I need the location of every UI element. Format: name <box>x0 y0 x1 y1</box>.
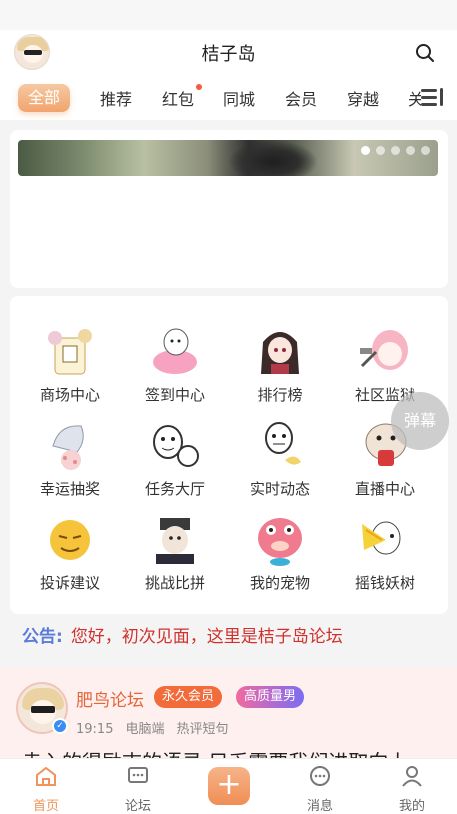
pet-icon <box>251 510 309 568</box>
grid-item-ranking[interactable]: 排行榜 <box>230 322 330 405</box>
menu-icon[interactable] <box>421 86 447 110</box>
mall-icon <box>41 322 99 380</box>
announcement[interactable]: 公告: 您好，初次见面，这里是桔子岛论坛 <box>22 622 343 647</box>
bottom-nav: 首页 论坛 + 消息 我的 <box>0 758 457 814</box>
grid-item-pet[interactable]: 我的宠物 <box>230 510 330 593</box>
post-meta: 19:15 电脑端 热评短句 <box>76 718 241 737</box>
grid-item-challenge[interactable]: 挑战比拼 <box>125 510 225 593</box>
search-icon[interactable] <box>415 43 435 63</box>
grid-label: 我的宠物 <box>249 574 310 592</box>
tab-recommend[interactable]: 推荐 <box>100 86 132 110</box>
post-tag[interactable]: 热评短句 <box>176 722 228 737</box>
feature-grid: 商场中心 签到中心 排行榜 社区监狱 幸运抽奖 任务大厅 实时动态 直播中心 投… <box>10 296 448 614</box>
tab-all[interactable]: 全部 <box>18 84 70 112</box>
grid-label: 实时动态 <box>249 480 310 498</box>
user-icon <box>402 766 422 787</box>
feedback-icon <box>41 510 99 568</box>
post-device: 电脑端 <box>125 722 165 737</box>
grid-item-feedback[interactable]: 投诉建议 <box>20 510 120 593</box>
notification-dot <box>196 84 203 90</box>
grid-item-feed[interactable]: 实时动态 <box>230 416 330 499</box>
grid-item-mall[interactable]: 商场中心 <box>20 322 120 405</box>
nav-label: 消息 <box>306 799 333 814</box>
danmu-button[interactable]: 弹幕 <box>391 392 449 450</box>
grid-item-money-tree[interactable]: 摇钱妖树 <box>335 510 435 593</box>
grid-label: 排行榜 <box>257 386 303 404</box>
banner-image[interactable] <box>18 140 438 176</box>
nav-label: 我的 <box>398 799 425 814</box>
tab-vip[interactable]: 会员 <box>285 86 317 110</box>
grid-label: 商场中心 <box>39 386 100 404</box>
app-header: 桔子岛 <box>0 30 457 76</box>
nav-home[interactable]: 首页 <box>16 765 76 814</box>
post-card[interactable]: ✓ 肥鸟论坛 永久会员 高质量男 19:15电脑端热评短句 走入的得励志的语录 … <box>0 668 457 768</box>
announcement-text: 您好，初次见面，这里是桔子岛论坛 <box>70 627 343 647</box>
grid-label: 挑战比拼 <box>144 574 205 592</box>
grid-label: 投诉建议 <box>39 574 100 592</box>
banner-pagination <box>361 146 430 155</box>
tab-local[interactable]: 同城 <box>223 86 255 110</box>
status-bar <box>0 0 457 30</box>
category-tabs: 全部 推荐 红包 同城 会员 穿越 关 <box>0 76 457 120</box>
tab-redpacket-label: 红包 <box>162 90 195 109</box>
page-title: 桔子岛 <box>201 44 256 65</box>
verified-icon: ✓ <box>52 718 68 734</box>
post-author[interactable]: 肥鸟论坛 <box>76 686 144 711</box>
nav-profile[interactable]: 我的 <box>382 765 442 814</box>
nav-label: 首页 <box>32 799 59 814</box>
money-tree-icon <box>356 510 414 568</box>
grid-item-task[interactable]: 任务大厅 <box>125 416 225 499</box>
home-icon <box>36 766 56 786</box>
add-post-button[interactable]: + <box>208 767 250 805</box>
grid-item-checkin[interactable]: 签到中心 <box>125 322 225 405</box>
lottery-icon <box>41 416 99 474</box>
tab-travel[interactable]: 穿越 <box>347 86 379 110</box>
checkin-icon <box>146 322 204 380</box>
feed-icon <box>251 416 309 474</box>
grid-label: 幸运抽奖 <box>39 480 100 498</box>
vip-badge: 永久会员 <box>154 686 223 708</box>
announcement-label: 公告: <box>22 627 63 647</box>
ranking-icon <box>251 322 309 380</box>
task-icon <box>146 416 204 474</box>
quality-badge: 高质量男 <box>236 686 305 708</box>
grid-item-lottery[interactable]: 幸运抽奖 <box>20 416 120 499</box>
tab-redpacket[interactable]: 红包 <box>162 84 203 110</box>
nav-messages[interactable]: 消息 <box>290 765 350 814</box>
nav-forum[interactable]: 论坛 <box>108 765 168 814</box>
message-icon <box>310 766 330 786</box>
grid-label: 签到中心 <box>144 386 205 404</box>
prison-icon <box>356 322 414 380</box>
grid-label: 直播中心 <box>354 480 415 498</box>
challenge-icon <box>146 510 204 568</box>
grid-label: 摇钱妖树 <box>354 574 415 592</box>
banner-card <box>10 130 448 288</box>
forum-icon <box>128 767 148 783</box>
post-time: 19:15 <box>76 722 114 737</box>
grid-label: 任务大厅 <box>144 480 205 498</box>
nav-label: 论坛 <box>124 799 151 814</box>
